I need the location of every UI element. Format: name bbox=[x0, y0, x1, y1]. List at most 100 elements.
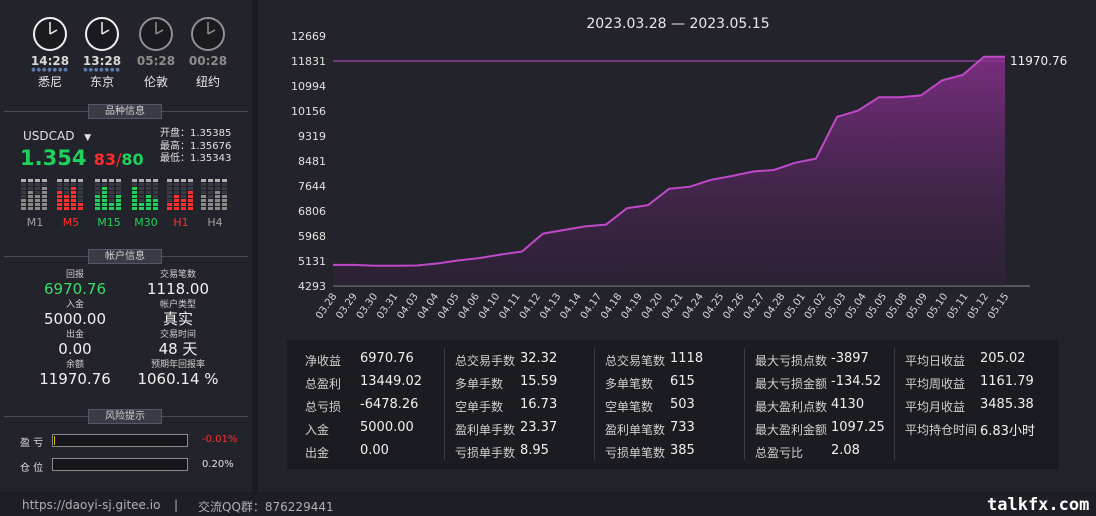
stat-value: 385 bbox=[670, 443, 695, 458]
footer-separator: | bbox=[174, 498, 179, 512]
y-tick-label: 12669 bbox=[291, 30, 326, 43]
account-item-label: 余额 bbox=[65, 360, 84, 370]
stat-column-divider bbox=[744, 348, 745, 460]
timeframe-label[interactable]: M15 bbox=[94, 216, 124, 229]
price-bid-pips: 83 bbox=[93, 150, 117, 169]
stat-value: 205.02 bbox=[980, 351, 1026, 366]
clock-0: 14:28 ●●●●●●● 悉尼 bbox=[30, 16, 70, 90]
clock-time: 00:28 bbox=[188, 54, 228, 68]
account-section-header: 帐户信息 bbox=[0, 249, 252, 264]
account-item-label: 出金 bbox=[65, 330, 84, 340]
footer-bar: https://daoyi-sj.gitee.io | 交流QQ群：876229… bbox=[0, 494, 1096, 516]
stat-label: 盈利单手数 bbox=[455, 423, 516, 437]
symbol-section-header: 品种信息 bbox=[0, 104, 252, 119]
account-item: 出金 0.00 bbox=[25, 330, 125, 358]
stat-value: 733 bbox=[670, 420, 695, 435]
timeframe-label[interactable]: M30 bbox=[131, 216, 161, 229]
y-tick-label: 10156 bbox=[291, 105, 326, 118]
stat-label: 入金 bbox=[305, 423, 330, 437]
open-price: 开盘：1.35385 bbox=[160, 128, 232, 139]
account-item: 交易笔数 1118.00 bbox=[135, 270, 221, 298]
account-item-label: 交易时间 bbox=[159, 330, 196, 340]
stat-label: 盈利单笔数 bbox=[605, 423, 666, 437]
account-item-value: 0.00 bbox=[58, 340, 92, 358]
chart-title: 2023.03.28 — 2023.05.15 bbox=[586, 16, 769, 32]
timeframe-label[interactable]: H4 bbox=[200, 216, 230, 229]
clock-time: 05:28 bbox=[136, 54, 176, 68]
stat-label: 总盈亏比 bbox=[755, 446, 804, 460]
stat-value: 615 bbox=[670, 374, 695, 389]
stat-value: 15.59 bbox=[520, 374, 558, 389]
risk-section-header: 风险提示 bbox=[0, 409, 252, 424]
stat-value: 6.83小时 bbox=[980, 424, 1035, 439]
account-item: 余额 11970.76 bbox=[25, 360, 125, 388]
account-item-label: 回报 bbox=[65, 270, 84, 280]
timeframe-meter-m1 bbox=[20, 178, 50, 212]
stat-value: 5000.00 bbox=[360, 420, 414, 435]
clock-time: 14:28 bbox=[30, 54, 70, 68]
clock-face-icon bbox=[85, 17, 119, 51]
footer-url[interactable]: https://daoyi-sj.gitee.io bbox=[22, 498, 160, 512]
account-item-value: 5000.00 bbox=[43, 310, 107, 328]
account-item: 预期年回报率 1060.14 % bbox=[135, 360, 221, 388]
timeframe-meter-h1 bbox=[166, 178, 196, 212]
chevron-down-icon[interactable]: ▼ bbox=[84, 133, 91, 143]
stat-label: 总交易笔数 bbox=[605, 354, 666, 368]
position-bar bbox=[52, 458, 188, 471]
stat-label: 平均日收益 bbox=[905, 354, 966, 368]
stat-label: 最大亏损金额 bbox=[755, 377, 828, 391]
account-item: 入金 5000.00 bbox=[25, 300, 125, 328]
stat-value: 503 bbox=[670, 397, 695, 412]
stats-table: 净收益 6970.76 总交易手数 32.32 总交易笔数 1118 最大亏损点数 -3897… bbox=[287, 340, 1059, 469]
timeframe-label[interactable]: M5 bbox=[56, 216, 86, 229]
stat-value: 1161.79 bbox=[980, 374, 1034, 389]
account-item-value: 1118.00 bbox=[146, 280, 210, 298]
clock-city: 东京 bbox=[89, 75, 114, 89]
last-value-label: 11970.76 bbox=[1010, 54, 1067, 68]
stat-value: 6970.76 bbox=[360, 351, 414, 366]
stat-value: 4130 bbox=[831, 397, 865, 412]
account-item-value: 真实 bbox=[162, 310, 193, 328]
stat-label: 最大亏损点数 bbox=[755, 354, 828, 368]
account-item: 回报 6970.76 bbox=[25, 270, 125, 298]
account-item-value: 1060.14 % bbox=[137, 370, 219, 388]
stat-label: 平均周收益 bbox=[905, 377, 966, 391]
stat-label: 亏损单手数 bbox=[455, 446, 516, 460]
stat-column-divider bbox=[894, 348, 895, 460]
account-section-title: 帐户信息 bbox=[88, 249, 162, 264]
clock-face-icon bbox=[139, 17, 173, 51]
stat-label: 最大盈利金额 bbox=[755, 423, 828, 437]
clock-time: 13:28 bbox=[82, 54, 122, 68]
symbol-selector[interactable]: USDCAD ▼ bbox=[23, 129, 91, 143]
y-tick-label: 11831 bbox=[291, 55, 326, 68]
timeframe-label[interactable]: M1 bbox=[20, 216, 50, 229]
high-price: 最高：1.35676 bbox=[160, 140, 232, 152]
stat-label: 空单手数 bbox=[455, 400, 504, 414]
stat-column-divider bbox=[444, 348, 445, 460]
timeframe-meter-m5 bbox=[56, 178, 86, 212]
y-tick-label: 9319 bbox=[298, 130, 326, 143]
account-item-label: 帐户类型 bbox=[159, 300, 196, 310]
stat-value: -3897 bbox=[831, 351, 869, 366]
account-item: 交易时间 48 天 bbox=[135, 330, 221, 358]
position-label: 仓 位 bbox=[20, 463, 44, 474]
account-item: 帐户类型 真实 bbox=[135, 300, 221, 328]
clock-2: 05:28 伦敦 bbox=[136, 16, 176, 90]
stat-label: 总亏损 bbox=[305, 400, 342, 414]
watermark-logo: talkfx.com bbox=[987, 495, 1090, 515]
stat-label: 多单笔数 bbox=[605, 377, 654, 391]
timeframe-label[interactable]: H1 bbox=[166, 216, 196, 229]
account-item-label: 入金 bbox=[65, 300, 84, 310]
stat-label: 最大盈利点数 bbox=[755, 400, 828, 414]
y-tick-label: 5968 bbox=[298, 230, 326, 243]
y-tick-label: 5131 bbox=[298, 255, 326, 268]
position-value: 0.20% bbox=[202, 459, 234, 470]
x-tick-label: 05.15 bbox=[986, 291, 1011, 321]
stat-value: 1118 bbox=[670, 351, 704, 366]
stat-label: 亏损单笔数 bbox=[605, 446, 666, 460]
risk-section-title: 风险提示 bbox=[88, 409, 162, 424]
stat-label: 净收益 bbox=[305, 354, 342, 368]
clock-face-icon bbox=[33, 17, 67, 51]
stat-value: 8.95 bbox=[520, 443, 549, 458]
clock-city: 伦敦 bbox=[143, 75, 168, 89]
